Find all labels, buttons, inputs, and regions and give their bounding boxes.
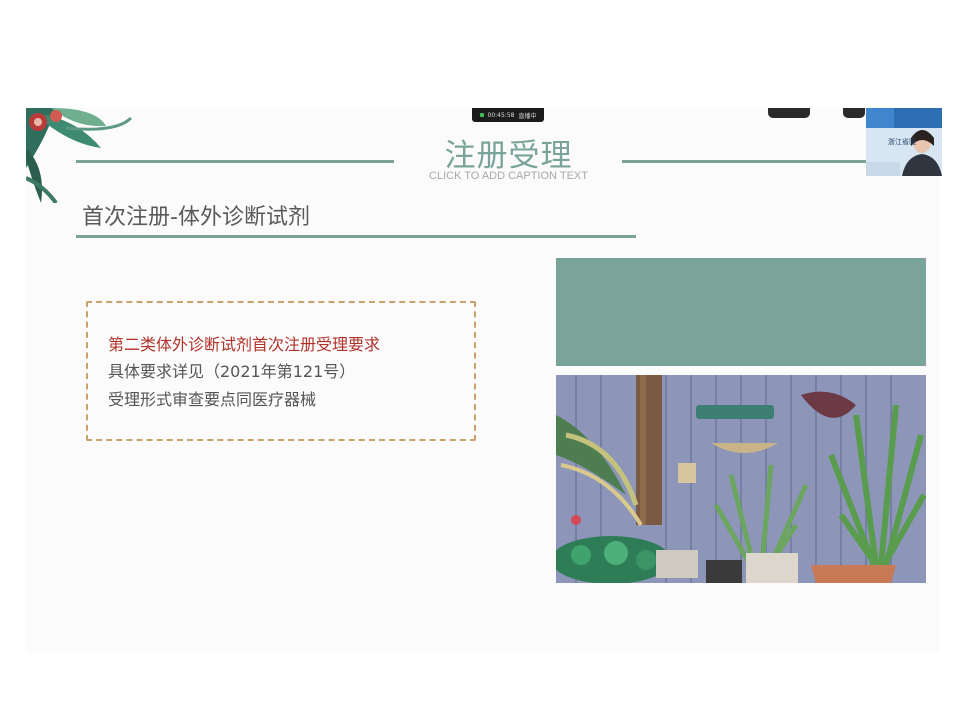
leaf-decoration-icon (26, 108, 133, 203)
live-status: 直播中 (518, 112, 537, 120)
recording-indicator: 00:45:58 直播中 (472, 108, 544, 122)
requirements-box: 第二类体外诊断试剂首次注册受理要求 具体要求详见（2021年第121号） 受理形… (86, 301, 476, 441)
participant-video[interactable]: 浙江省医 (866, 108, 942, 176)
recording-timer: 00:45:58 (487, 111, 515, 119)
participant-label: 浙江省医 (888, 138, 916, 146)
title-rule-right (622, 160, 882, 163)
meeting-control-button[interactable] (768, 108, 810, 118)
slide-title: 注册受理 (444, 138, 573, 174)
presentation-slide: 注册受理 CLICK TO ADD CAPTION TEXT 首次注册-体外诊断… (26, 108, 940, 652)
title-rule-left (76, 160, 394, 163)
requirement-heading: 第二类体外诊断试剂首次注册受理要求 (108, 335, 381, 354)
teal-color-block (556, 258, 926, 366)
section-title: 首次注册-体外诊断试剂 (82, 205, 310, 230)
requirement-reference: 具体要求详见（2021年第121号） (108, 362, 356, 381)
slide-caption: CLICK TO ADD CAPTION TEXT (429, 170, 588, 182)
meeting-control-button-2[interactable] (843, 108, 865, 118)
recording-icon (479, 113, 484, 117)
requirement-review: 受理形式审查要点同医疗器械 (108, 390, 317, 409)
plants-photo (556, 375, 926, 583)
section-underline (76, 235, 636, 238)
